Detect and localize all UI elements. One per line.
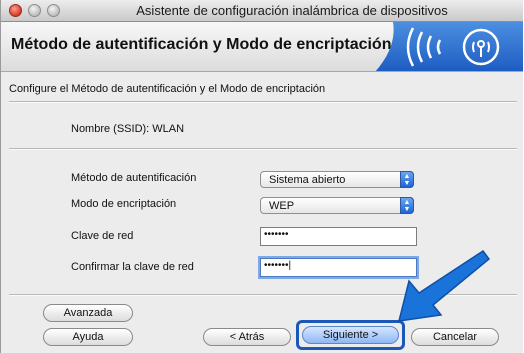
pointer-arrow-icon: [398, 249, 491, 322]
encryption-mode-value: WEP: [269, 200, 295, 212]
title-bar[interactable]: Asistente de configuración inalámbrica d…: [1, 0, 523, 22]
updown-arrows-icon: ▲ ▼: [400, 171, 414, 188]
network-key-field[interactable]: •••••••: [260, 227, 417, 246]
auth-method-label: Método de autentificación: [71, 172, 197, 184]
advanced-button[interactable]: Avanzada: [43, 304, 133, 322]
minimize-window-icon[interactable]: [28, 4, 41, 17]
instruction-text: Configure el Método de autentificación y…: [9, 83, 326, 95]
wizard-window: Asistente de configuración inalámbrica d…: [0, 0, 523, 353]
divider: [9, 101, 517, 103]
divider: [9, 148, 517, 150]
back-button[interactable]: < Atrás: [203, 328, 291, 346]
window-title: Asistente de configuración inalámbrica d…: [136, 3, 448, 18]
updown-arrows-icon: ▲ ▼: [400, 197, 414, 214]
header-band: Método de autentificación y Modo de encr…: [1, 22, 523, 72]
confirm-key-label: Confirmar la clave de red: [71, 261, 194, 273]
next-button[interactable]: Siguiente >: [302, 326, 399, 344]
auth-method-value: Sistema abierto: [269, 174, 346, 186]
form-panel: Configure el Método de autentificación y…: [1, 72, 523, 353]
wireless-signal-icon: [375, 22, 523, 71]
auth-method-select[interactable]: Sistema abierto ▲ ▼: [260, 171, 414, 188]
zoom-window-icon[interactable]: [47, 4, 60, 17]
page-title: Método de autentificación y Modo de encr…: [11, 36, 392, 53]
close-window-icon[interactable]: [9, 4, 22, 17]
ssid-label: Nombre (SSID): WLAN: [71, 123, 185, 135]
encryption-mode-select[interactable]: WEP ▲ ▼: [260, 197, 414, 214]
cancel-button[interactable]: Cancelar: [411, 328, 499, 346]
help-button[interactable]: Ayuda: [43, 328, 133, 346]
network-key-label: Clave de red: [71, 230, 134, 242]
encryption-mode-label: Modo de encriptación: [71, 198, 177, 210]
